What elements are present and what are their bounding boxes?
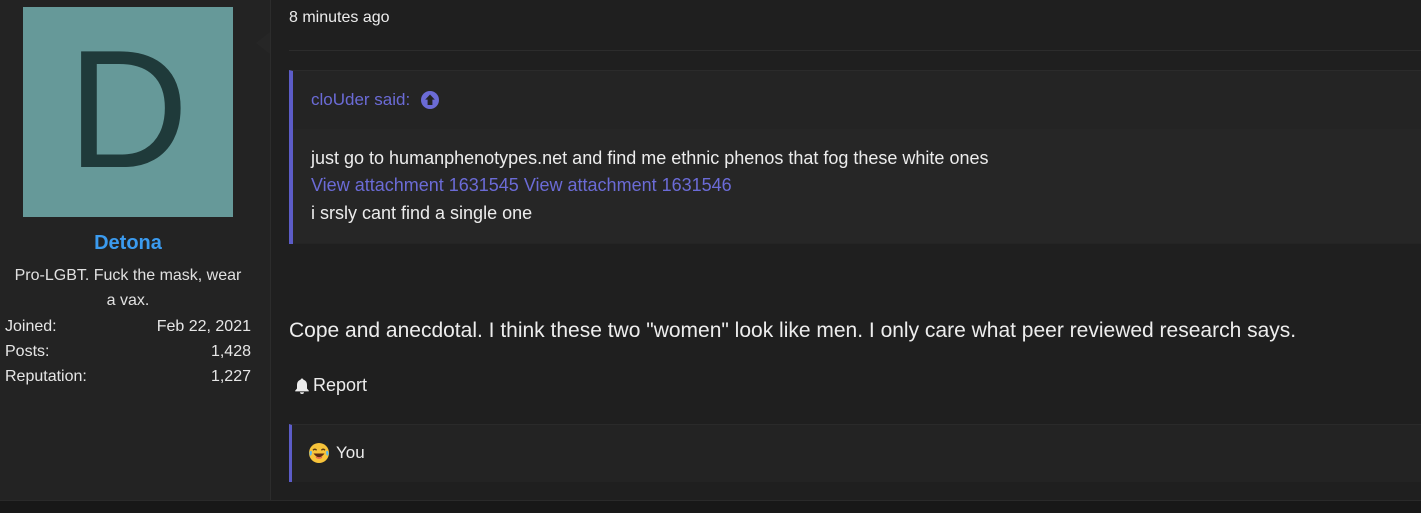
bottom-divider [0,500,1421,513]
post-main: 8 minutes ago cloUder said: just go to h… [271,0,1421,500]
quote-author-link[interactable]: cloUder said: [311,90,440,110]
stat-value: Feb 22, 2021 [156,318,251,335]
report-button[interactable]: Report [293,375,367,396]
attachment-link[interactable]: View attachment 1631545 [311,175,519,195]
post-pointer-arrow [256,32,270,54]
reaction-summary[interactable]: You [308,442,365,464]
report-label: Report [313,375,368,395]
quote-text-line: just go to humanphenotypes.net and find … [311,148,989,168]
stat-label: Posts: [5,343,50,360]
quote-content: just go to humanphenotypes.net and find … [293,129,1421,243]
stat-row-posts: Posts: 1,428 [5,341,251,366]
user-title: Pro-LGBT. Fuck the mask, wear a vax. [14,267,242,309]
divider [289,50,1421,51]
reaction-users[interactable]: You [336,443,365,463]
stat-label: Reputation: [5,368,87,385]
quote-block: cloUder said: just go to humanphenotypes… [289,70,1421,244]
quote-text-line: i srsly cant find a single one [311,203,533,223]
stat-label: Joined: [5,318,57,335]
post-timestamp[interactable]: 8 minutes ago [289,9,390,27]
stat-row-joined: Joined: Feb 22, 2021 [5,316,251,341]
post-container: D Detona Pro-LGBT. Fuck the mask, wear a… [0,0,1421,500]
reactions-bar[interactable]: You [289,424,1421,482]
attachment-link[interactable]: View attachment 1631546 [524,175,732,195]
stat-value: 1,428 [210,343,251,360]
avatar[interactable]: D [23,7,233,217]
stat-row-reputation: Reputation: 1,227 [5,366,251,391]
bell-icon [295,378,309,394]
avatar-letter: D [67,15,189,203]
user-sidebar: D Detona Pro-LGBT. Fuck the mask, wear a… [0,0,271,500]
stat-value: 1,227 [210,368,251,385]
username-link[interactable]: Detona [0,232,256,255]
quote-attachments: View attachment 1631545 View attachment … [311,175,732,196]
crying-laughing-emoji-icon [309,443,329,463]
arrow-up-circle-icon[interactable] [420,90,440,110]
quote-author-label: cloUder said: [311,90,411,109]
user-stats: Joined: Feb 22, 2021 Posts: 1,428 Reputa… [5,316,251,391]
post-message: Cope and anecdotal. I think these two "w… [289,319,1297,342]
